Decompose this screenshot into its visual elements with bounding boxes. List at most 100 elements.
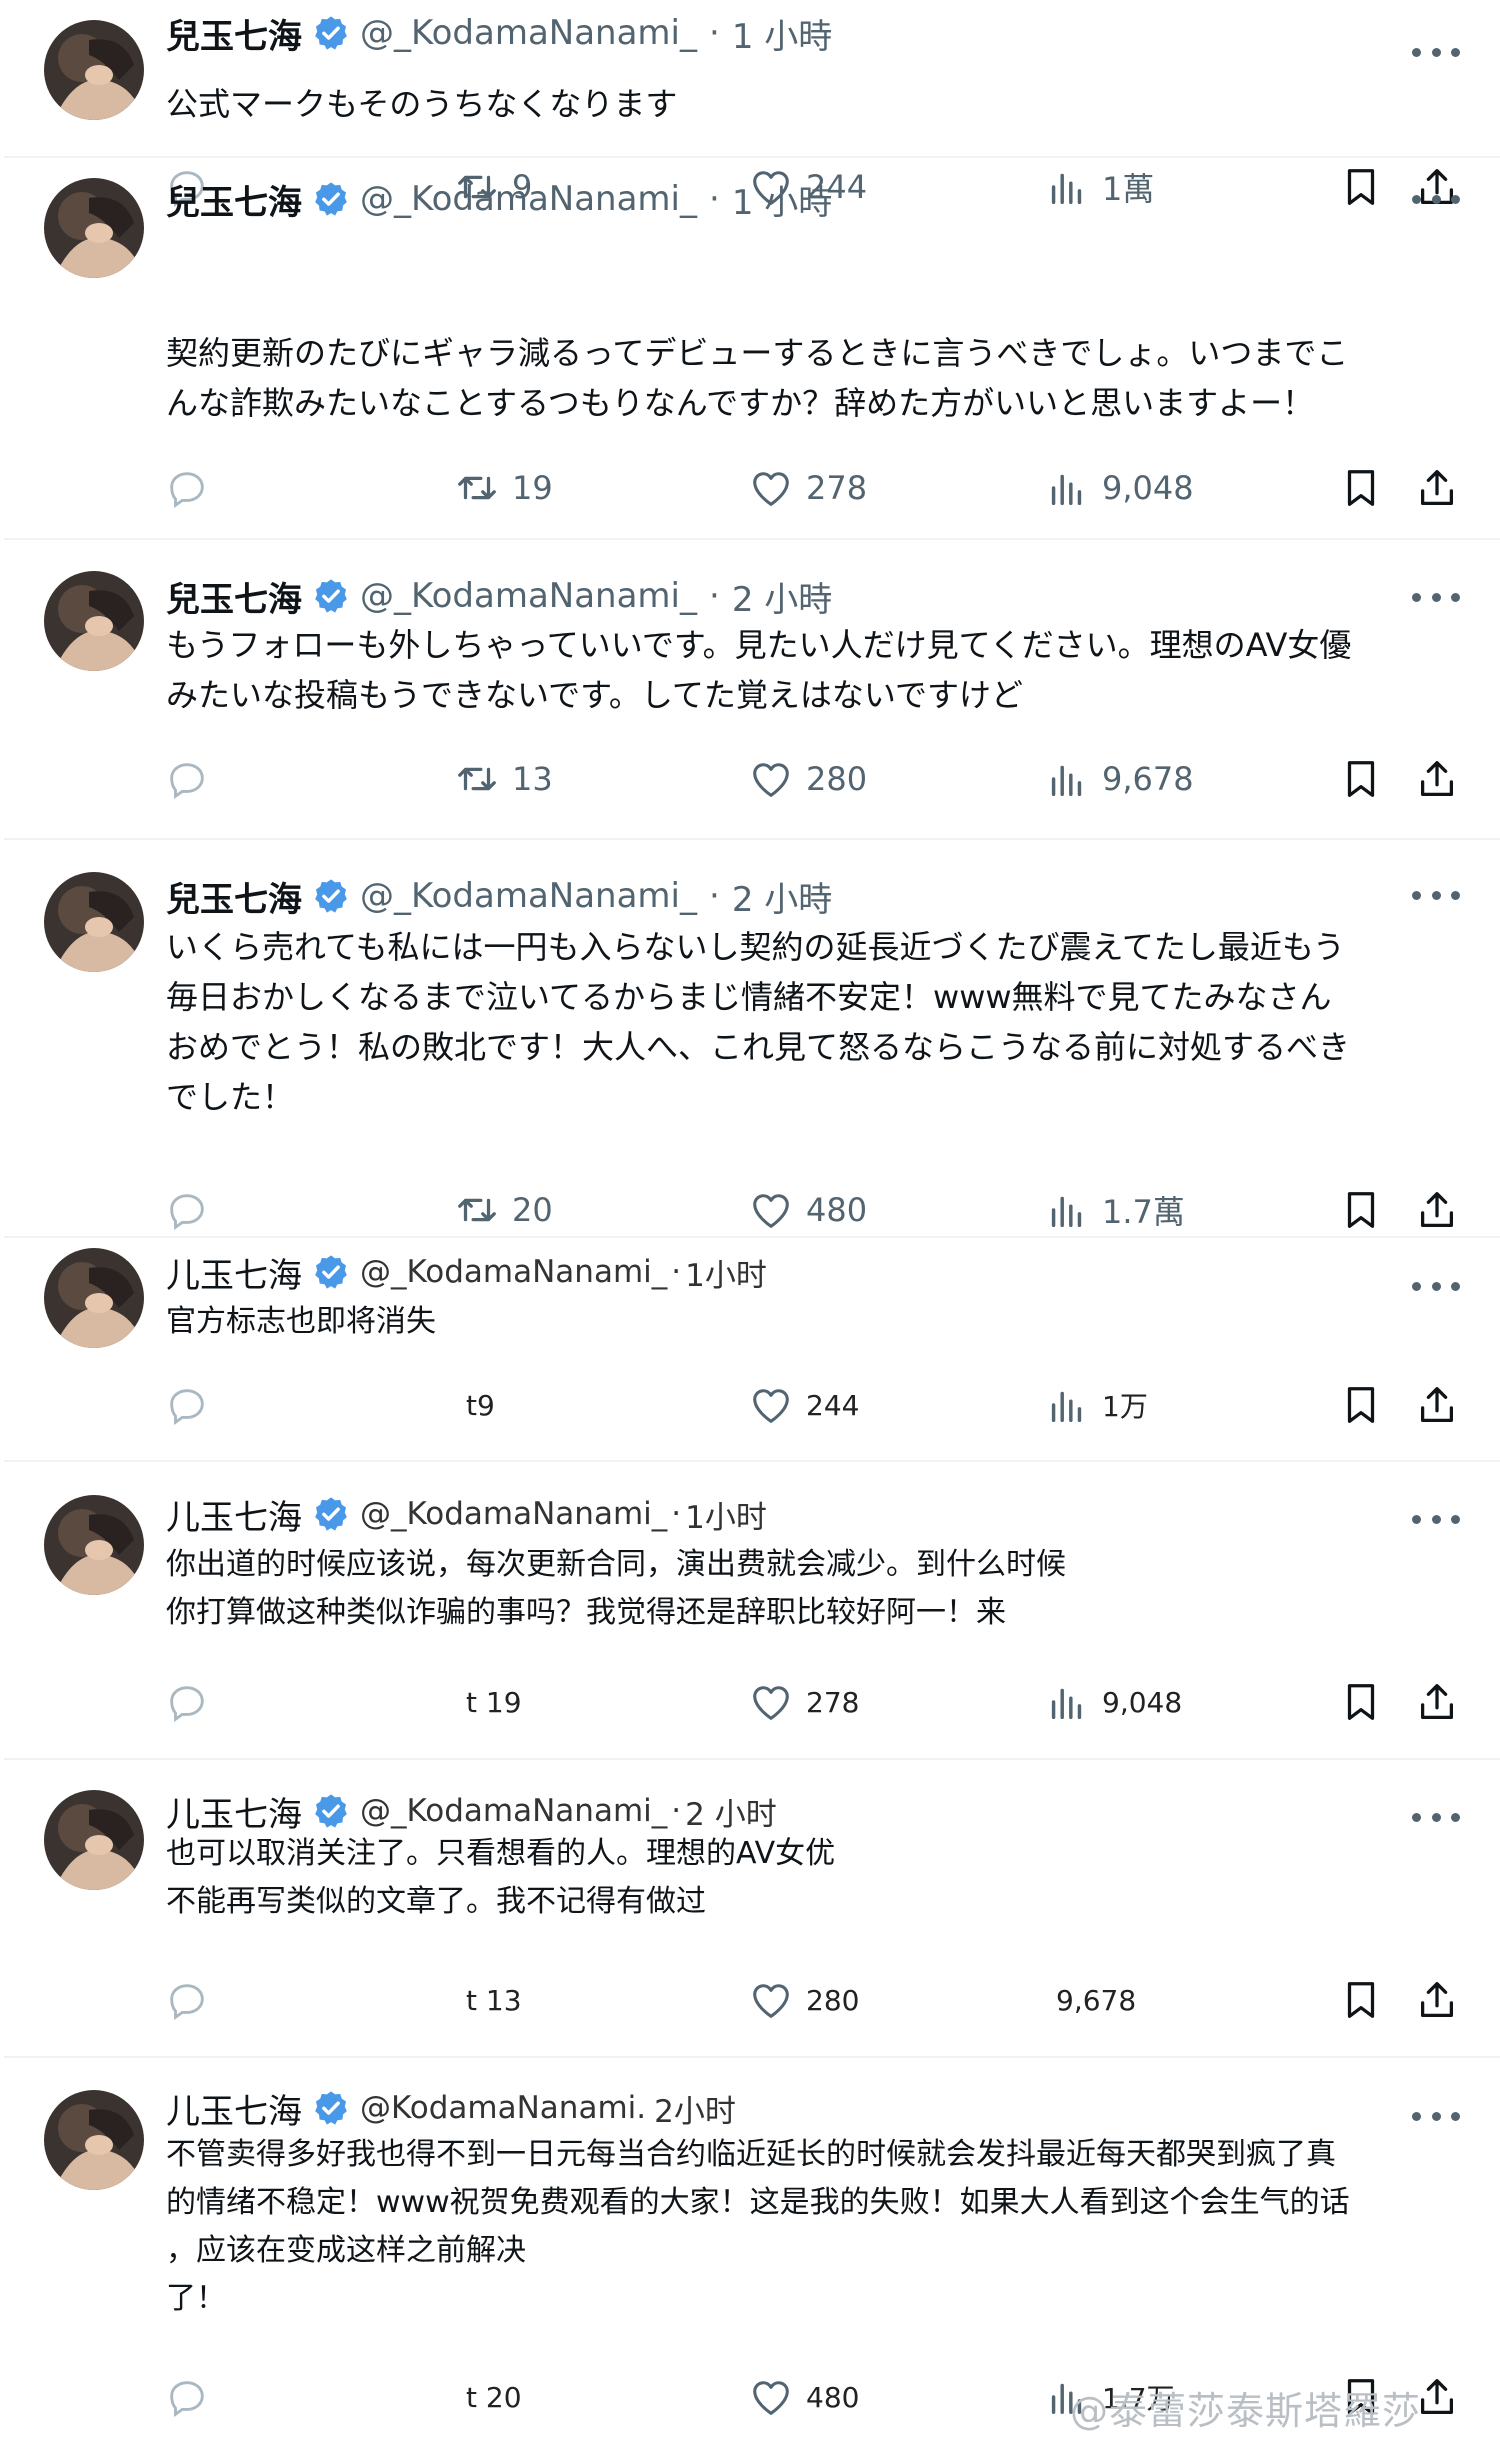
retweet-button[interactable]: t9 — [454, 1375, 495, 1435]
more-icon[interactable] — [1412, 582, 1460, 612]
tweet[interactable]: 儿玉七海 @_KodamaNanami_ · 2 小时 也可以取消关注了。只看想… — [4, 1760, 1500, 2058]
bookmark-button[interactable] — [1338, 1672, 1384, 1732]
bookmark-button[interactable] — [1338, 1970, 1384, 2030]
display-name[interactable]: 儿玉七海 — [166, 1248, 302, 1297]
bookmark-button[interactable] — [1338, 1180, 1384, 1240]
avatar[interactable] — [44, 20, 144, 120]
display-name[interactable]: 儿玉七海 — [166, 1787, 302, 1836]
retweet-count: 13 — [512, 760, 553, 798]
handle[interactable]: @_KodamaNanami_ — [360, 179, 697, 219]
views-button[interactable]: 9,678 — [1044, 1970, 1136, 2030]
timestamp[interactable]: 2小时 — [654, 2086, 736, 2131]
views-button[interactable]: 9,048 — [1044, 458, 1194, 518]
separator: · — [709, 179, 720, 219]
handle[interactable]: @_KodamaNanami_ — [360, 1496, 667, 1532]
retweet-count: t 19 — [466, 1685, 522, 1719]
retweet-count: t 13 — [466, 1983, 522, 2017]
reply-button[interactable] — [164, 458, 210, 518]
more-icon[interactable] — [1412, 880, 1460, 910]
tweet[interactable]: 兒玉七海 @_KodamaNanami_ · 1 小時 契約更新のたびにギャラ減… — [4, 158, 1500, 540]
handle[interactable]: @KodamaNanami. — [360, 2090, 646, 2126]
like-count: 280 — [806, 1983, 860, 2017]
handle[interactable]: @_KodamaNanami_ — [360, 576, 697, 616]
handle[interactable]: @_KodamaNanami_ — [360, 13, 697, 53]
tweet[interactable]: 儿玉七海 @_KodamaNanami_ · 1小时 你出道的时候应该说，每次更… — [4, 1462, 1500, 1760]
views-button[interactable]: 9,048 — [1044, 1672, 1182, 1732]
display-name[interactable]: 兒玉七海 — [166, 9, 302, 58]
reply-button[interactable] — [164, 1672, 210, 1732]
like-button[interactable]: 278 — [748, 1672, 859, 1732]
verified-badge-icon — [312, 1253, 350, 1291]
timeline: 兒玉七海 @_KodamaNanami_ · 1 小時 公式マークもそのうちなく… — [4, 0, 1500, 2437]
bookmark-button[interactable] — [1338, 458, 1384, 518]
views-button[interactable]: 1万 — [1044, 1375, 1148, 1435]
share-button[interactable] — [1414, 1970, 1460, 2030]
share-button[interactable] — [1414, 1375, 1460, 1435]
handle[interactable]: @_KodamaNanami_ — [360, 876, 697, 916]
timestamp[interactable]: 1 小時 — [732, 9, 832, 58]
retweet-button[interactable]: t 13 — [454, 1970, 522, 2030]
avatar[interactable] — [44, 178, 144, 278]
timestamp[interactable]: 2 小时 — [685, 1789, 777, 1834]
retweet-button[interactable]: 13 — [454, 749, 553, 809]
tweet-text: 也可以取消关注了。只看想看的人。理想的AV女优 不能再写类似的文章了。我不记得有… — [166, 1836, 836, 1919]
more-icon[interactable] — [1412, 1271, 1460, 1301]
more-icon[interactable] — [1412, 37, 1460, 67]
more-icon[interactable] — [1412, 184, 1460, 214]
like-button[interactable]: 280 — [748, 749, 867, 809]
like-count: 244 — [806, 1388, 860, 1422]
share-button[interactable] — [1414, 1672, 1460, 1732]
like-button[interactable]: 480 — [748, 1180, 867, 1240]
like-button[interactable]: 278 — [748, 458, 867, 518]
separator: · — [671, 1793, 682, 1829]
display-name[interactable]: 兒玉七海 — [166, 175, 302, 224]
bookmark-button[interactable] — [1338, 749, 1384, 809]
retweet-button[interactable]: t 19 — [454, 1672, 522, 1732]
like-button[interactable]: 244 — [748, 1375, 859, 1435]
like-button[interactable]: 480 — [748, 2367, 859, 2427]
reply-button[interactable] — [164, 2367, 210, 2427]
avatar[interactable] — [44, 872, 144, 972]
like-button[interactable]: 280 — [748, 1970, 859, 2030]
retweet-button[interactable]: 19 — [454, 458, 553, 518]
handle[interactable]: @_KodamaNanami_ — [360, 1793, 667, 1829]
views-button[interactable]: 1.7萬 — [1044, 1180, 1185, 1240]
avatar[interactable] — [44, 1248, 144, 1348]
display-name[interactable]: 兒玉七海 — [166, 572, 302, 621]
views-button[interactable]: 9,678 — [1044, 749, 1194, 809]
timestamp[interactable]: 1小时 — [685, 1250, 767, 1295]
avatar[interactable] — [44, 1495, 144, 1595]
verified-badge-icon — [312, 2089, 350, 2127]
more-icon[interactable] — [1412, 1504, 1460, 1534]
share-button[interactable] — [1414, 458, 1460, 518]
more-icon[interactable] — [1412, 1802, 1460, 1832]
display-name[interactable]: 儿玉七海 — [166, 2084, 302, 2133]
timestamp[interactable]: 2 小時 — [732, 572, 832, 621]
reply-button[interactable] — [164, 749, 210, 809]
timestamp[interactable]: 2 小時 — [732, 872, 832, 921]
timestamp[interactable]: 1 小時 — [732, 175, 832, 224]
tweet-actions: 13 280 9,678 — [4, 749, 1500, 809]
share-button[interactable] — [1414, 1180, 1460, 1240]
tweet[interactable]: 兒玉七海 @_KodamaNanami_ · 2 小時 もうフォローも外しちゃっ… — [4, 540, 1500, 840]
bookmark-button[interactable] — [1338, 1375, 1384, 1435]
tweet[interactable]: 兒玉七海 @_KodamaNanami_ · 1 小時 公式マークもそのうちなく… — [4, 0, 1500, 208]
avatar[interactable] — [44, 1790, 144, 1890]
tweet[interactable]: 儿玉七海 @_KodamaNanami_ · 1小时 官方标志也即将消失 t9 … — [4, 1238, 1500, 1462]
reply-button[interactable] — [164, 1375, 210, 1435]
share-button[interactable] — [1414, 749, 1460, 809]
display-name[interactable]: 儿玉七海 — [166, 1490, 302, 1539]
more-icon[interactable] — [1412, 2101, 1460, 2131]
verified-badge-icon — [312, 180, 350, 218]
timestamp[interactable]: 1小时 — [685, 1492, 767, 1537]
handle[interactable]: @_KodamaNanami_ — [360, 1254, 667, 1290]
reply-button[interactable] — [164, 1970, 210, 2030]
avatar[interactable] — [44, 2090, 144, 2190]
retweet-button[interactable]: 20 — [454, 1180, 553, 1240]
retweet-button[interactable]: t 20 — [454, 2367, 522, 2427]
display-name[interactable]: 兒玉七海 — [166, 872, 302, 921]
reply-button[interactable] — [164, 1180, 210, 1240]
avatar[interactable] — [44, 571, 144, 671]
separator: · — [671, 1254, 682, 1290]
tweet[interactable]: 兒玉七海 @_KodamaNanami_ · 2 小時 いくら売れても私には一円… — [4, 840, 1500, 1238]
